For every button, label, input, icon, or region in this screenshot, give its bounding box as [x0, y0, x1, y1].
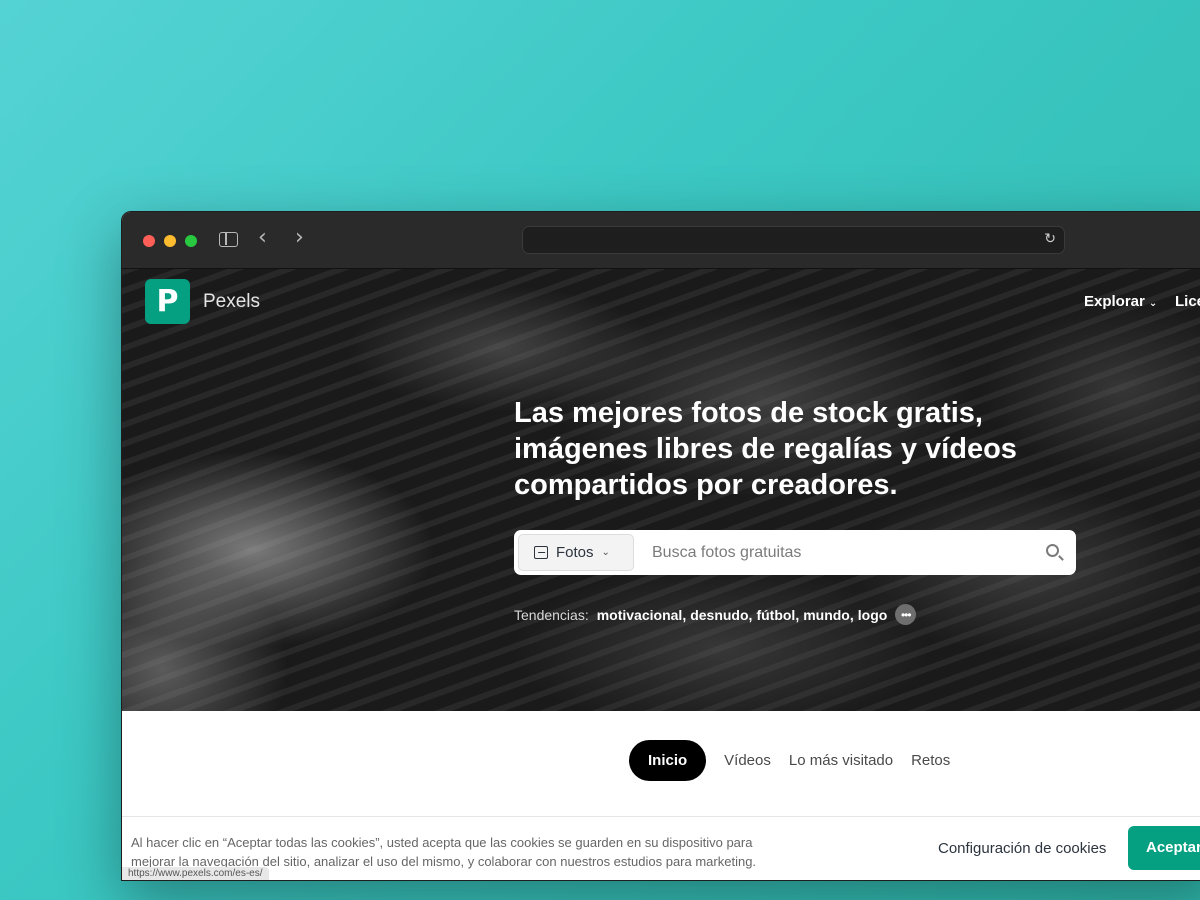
nav-explore-label: Explorar	[1084, 293, 1145, 310]
chevron-down-icon: ⌄	[1148, 298, 1158, 309]
trending-tag[interactable]: mundo	[803, 607, 850, 623]
status-bar-url: https://www.pexels.com/es-es/	[122, 867, 269, 880]
search-input[interactable]	[652, 530, 1032, 575]
content-tabs: Inicio Vídeos Lo más visitado Retos	[629, 740, 968, 781]
search-type-dropdown[interactable]: Fotos ⌄	[518, 534, 634, 571]
tag-separator: ,	[748, 606, 753, 623]
search-bar: Fotos ⌄	[514, 530, 1076, 575]
reload-icon[interactable]: ↻	[1044, 231, 1056, 247]
minimize-window-button[interactable]	[164, 235, 176, 247]
search-type-label: Fotos	[556, 544, 594, 561]
hero-headline: Las mejores fotos de stock gratis, imáge…	[514, 397, 1017, 501]
more-trending-button[interactable]: •••	[895, 604, 917, 625]
chevron-down-icon: ⌄	[601, 547, 610, 558]
trending-tag[interactable]: desnudo	[690, 607, 748, 623]
trending-tag[interactable]: motivacional	[597, 607, 683, 623]
trending-tag[interactable]: fútbol	[756, 607, 795, 623]
sidebar-toggle-icon[interactable]	[219, 232, 238, 247]
tag-separator: ,	[849, 606, 854, 623]
cookie-banner: Al hacer clic en “Aceptar todas las cook…	[122, 816, 1200, 880]
search-icon[interactable]	[1046, 544, 1059, 557]
nav-license-link[interactable]: Lice	[1175, 293, 1200, 310]
trending-tags: Tendencias: motivacional, desnudo, fútbo…	[514, 604, 917, 625]
tab-inicio[interactable]: Inicio	[629, 740, 707, 781]
nav-explore-menu[interactable]: Explorar ⌄	[1084, 293, 1157, 310]
trending-tag[interactable]: logo	[858, 607, 888, 623]
tab-lo-mas-visitado[interactable]: Lo más visitado	[789, 752, 893, 769]
browser-titlebar: ‹ › ↻	[122, 212, 1200, 269]
tab-videos[interactable]: Vídeos	[724, 752, 771, 769]
maximize-window-button[interactable]	[185, 235, 197, 247]
close-window-button[interactable]	[143, 235, 155, 247]
cookie-notice-text: Al hacer clic en “Aceptar todas las cook…	[131, 835, 757, 869]
address-bar[interactable]: ↻	[522, 226, 1065, 254]
trending-label: Tendencias:	[514, 606, 589, 623]
image-icon	[534, 546, 548, 559]
cookie-settings-button[interactable]: Configuración de cookies	[938, 840, 1106, 857]
tab-retos[interactable]: Retos	[911, 752, 950, 769]
hero-section: P Pexels Explorar⌄ Lice Las mejores foto…	[122, 269, 1200, 711]
tag-separator: ,	[682, 606, 687, 623]
browser-window: ‹ › ↻ P Pexels Explorar⌄ Lice Las mejore…	[121, 211, 1200, 881]
back-arrow-icon[interactable]: ‹	[258, 227, 267, 249]
brand-name[interactable]: Pexels	[203, 291, 260, 313]
forward-arrow-icon[interactable]: ›	[295, 227, 304, 249]
accept-cookies-button[interactable]: Aceptar	[1128, 826, 1200, 870]
tag-separator: ,	[795, 606, 800, 623]
pexels-logo-icon[interactable]: P	[145, 279, 190, 324]
